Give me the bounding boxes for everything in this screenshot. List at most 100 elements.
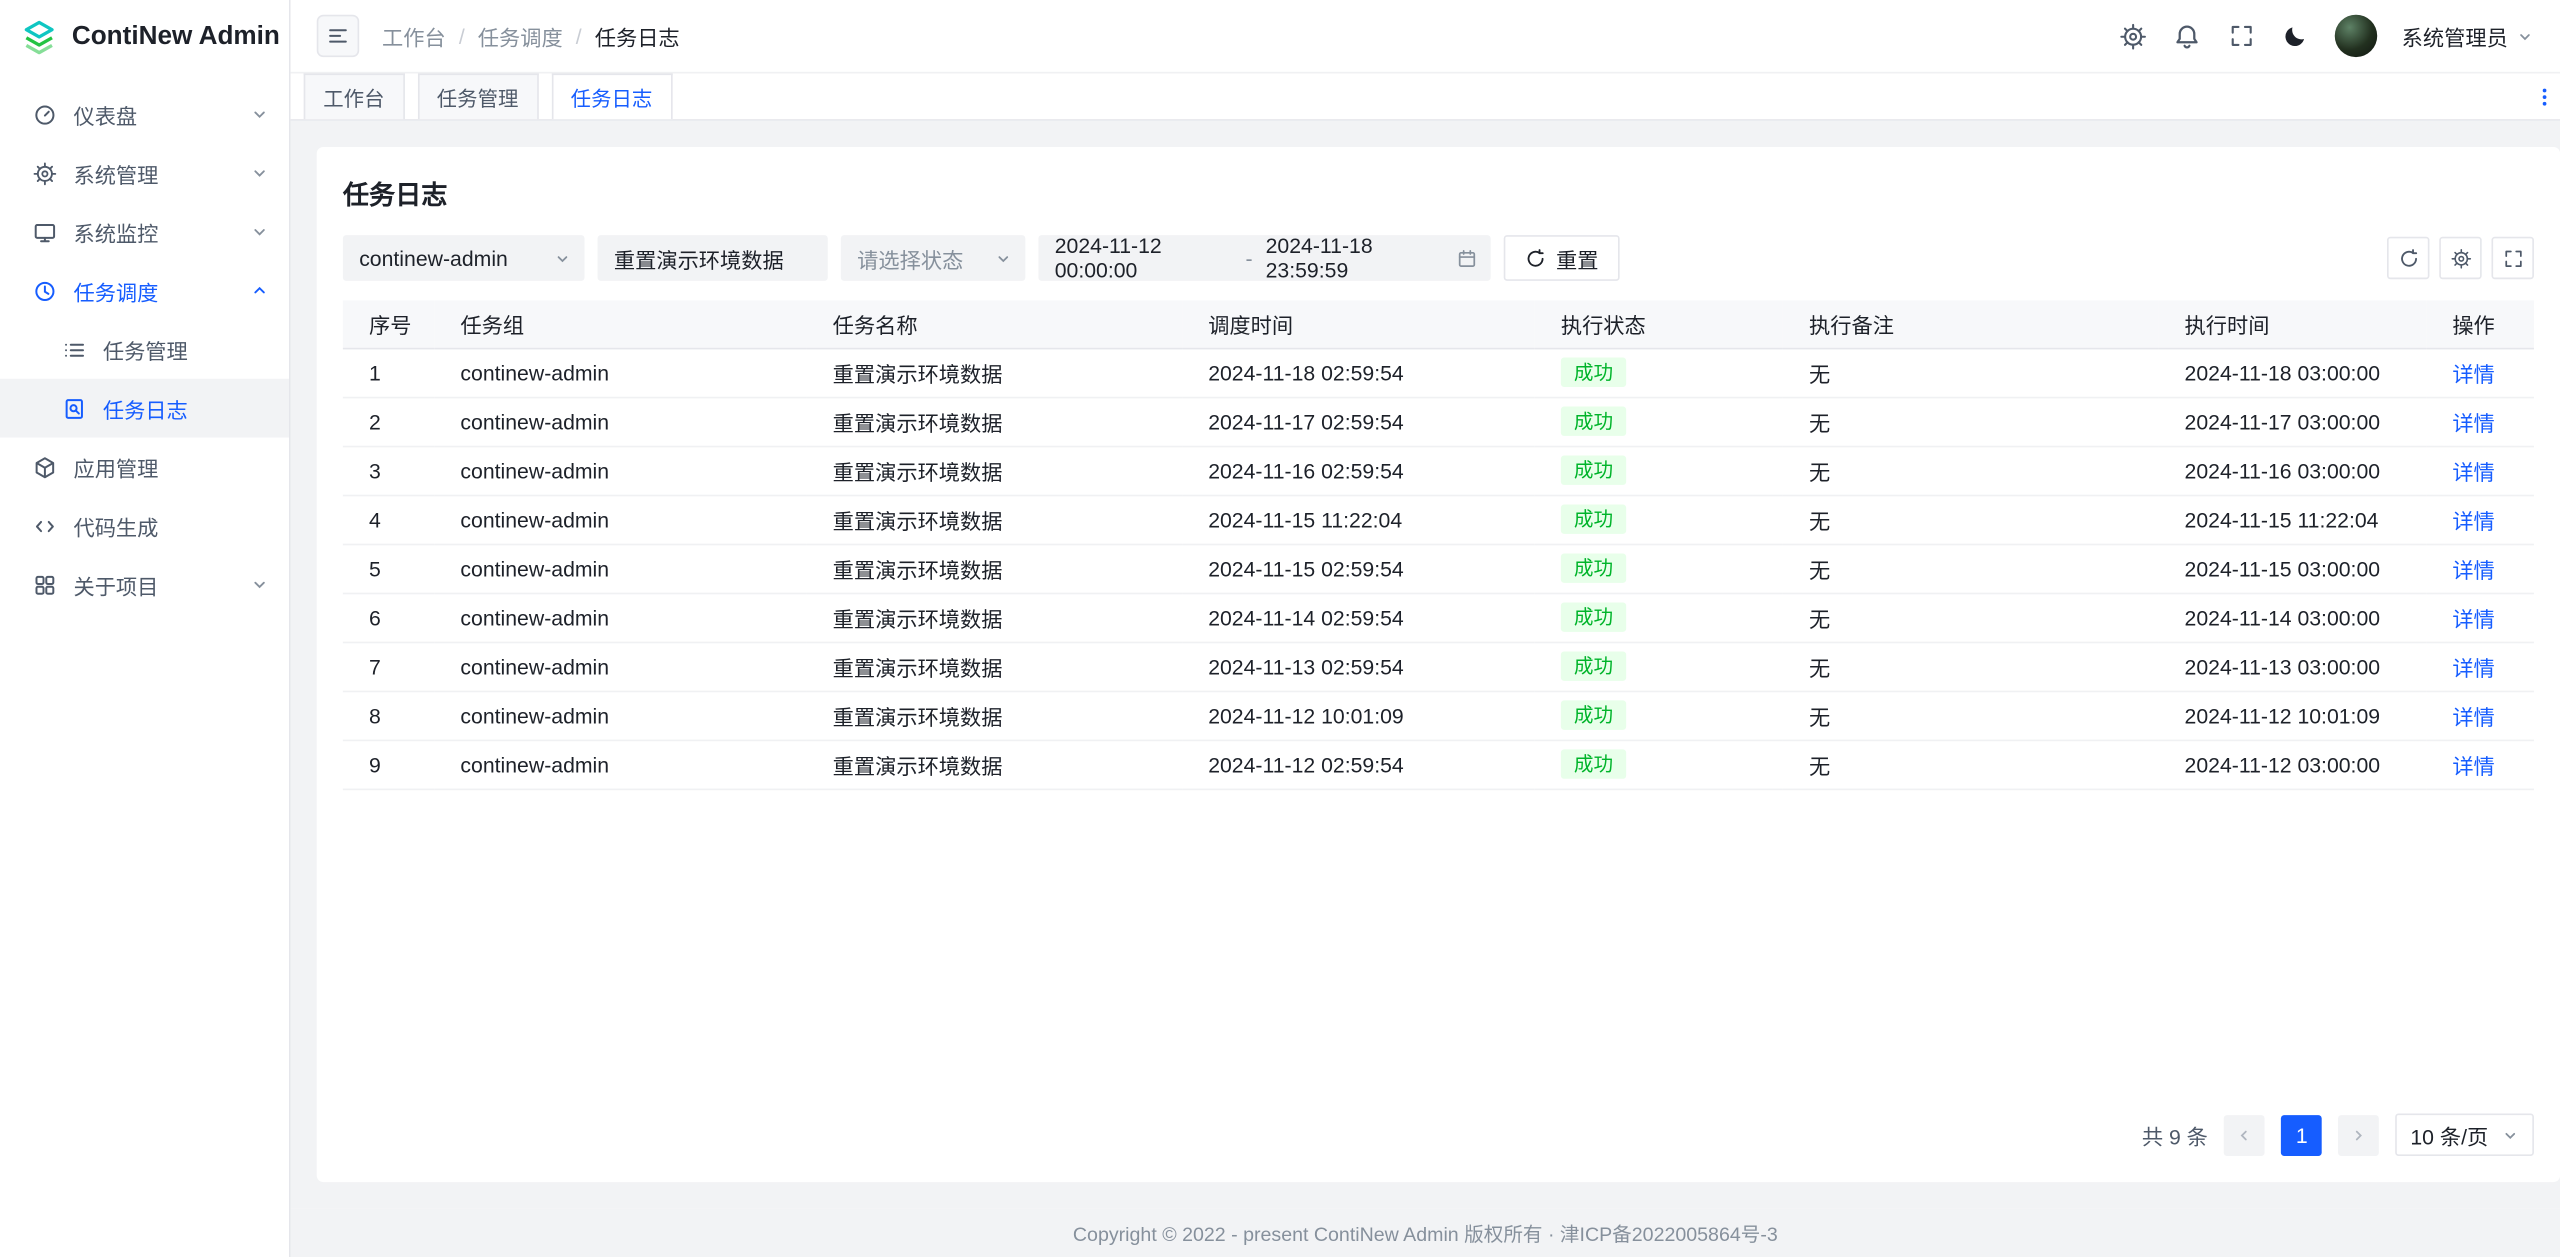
dark-mode-moon-icon[interactable] (2281, 21, 2310, 50)
user-menu[interactable]: 系统管理员 (2402, 20, 2534, 51)
sidebar-item-about-project[interactable]: 关于项目 (0, 555, 289, 614)
tab-task-management[interactable]: 任务管理 (417, 73, 538, 119)
table-row: 5 continew-admin 重置演示环境数据 2024-11-15 02:… (343, 544, 2534, 593)
cell-exec-time: 2024-11-12 03:00:00 (2158, 740, 2426, 789)
app-root: ContiNew Admin 仪表盘 系统管理 (0, 0, 2560, 1257)
cell-action: 详情 (2426, 446, 2534, 495)
monitor-icon (33, 220, 57, 244)
sidebar-item-task-log[interactable]: 任务日志 (0, 379, 289, 438)
col-header-name: 任务名称 (807, 300, 1183, 347)
breadcrumb-item[interactable]: 任务调度 (478, 20, 563, 51)
cell-exec-time: 2024-11-17 03:00:00 (2158, 397, 2426, 446)
tab-more-icon[interactable] (2527, 73, 2560, 119)
cell-index: 1 (343, 348, 434, 397)
sidebar-item-task-management[interactable]: 任务管理 (0, 320, 289, 379)
breadcrumb-item[interactable]: 工作台 (382, 20, 446, 51)
sidebar-item-code-generation[interactable]: 代码生成 (0, 496, 289, 555)
cell-group: continew-admin (434, 642, 806, 691)
cell-schedule-time: 2024-11-15 11:22:04 (1182, 495, 1535, 544)
tab-task-log[interactable]: 任务日志 (551, 73, 672, 119)
cell-group: continew-admin (434, 446, 806, 495)
detail-link[interactable]: 详情 (2452, 362, 2494, 386)
cell-status: 成功 (1535, 495, 1783, 544)
cell-name: 重置演示环境数据 (807, 348, 1183, 397)
detail-link[interactable]: 详情 (2452, 558, 2494, 582)
date-end: 2024-11-18 23:59:59 (1266, 233, 1444, 282)
cell-schedule-time: 2024-11-12 02:59:54 (1182, 740, 1535, 789)
detail-link[interactable]: 详情 (2452, 509, 2494, 533)
table-header-row: 序号 任务组 任务名称 调度时间 执行状态 执行备注 执行时间 操作 (343, 300, 2534, 347)
table-row: 2 continew-admin 重置演示环境数据 2024-11-17 02:… (343, 397, 2534, 446)
tab-workbench[interactable]: 工作台 (304, 73, 404, 119)
cell-note: 无 (1783, 397, 2159, 446)
app-title: ContiNew Admin (72, 23, 280, 52)
chevron-up-icon (250, 281, 270, 301)
cell-index: 3 (343, 446, 434, 495)
cell-schedule-time: 2024-11-16 02:59:54 (1182, 446, 1535, 495)
cell-action: 详情 (2426, 593, 2534, 642)
table-fullscreen-button[interactable] (2492, 237, 2534, 279)
cell-status: 成功 (1535, 446, 1783, 495)
cell-name: 重置演示环境数据 (807, 593, 1183, 642)
menu-collapse-button[interactable] (317, 15, 359, 57)
detail-link[interactable]: 详情 (2452, 705, 2494, 729)
detail-link[interactable]: 详情 (2452, 460, 2494, 484)
sidebar-item-system-monitor[interactable]: 系统监控 (0, 202, 289, 261)
detail-link[interactable]: 详情 (2452, 753, 2494, 777)
cell-name: 重置演示环境数据 (807, 446, 1183, 495)
refresh-table-button[interactable] (2387, 237, 2429, 279)
sidebar-item-task-scheduling[interactable]: 任务调度 (0, 261, 289, 320)
table-settings-button[interactable] (2439, 237, 2481, 279)
cell-note: 无 (1783, 446, 2159, 495)
sidebar-item-dashboard[interactable]: 仪表盘 (0, 85, 289, 144)
cell-exec-time: 2024-11-18 03:00:00 (2158, 348, 2426, 397)
status-badge: 成功 (1561, 749, 1626, 778)
date-range-picker[interactable]: 2024-11-12 00:00:00 - 2024-11-18 23:59:5… (1038, 235, 1490, 281)
header: 工作台 / 任务调度 / 任务日志 (291, 0, 2560, 73)
pagination-total: 共 9 条 (2142, 1119, 2208, 1150)
date-start: 2024-11-12 00:00:00 (1055, 233, 1233, 282)
clock-icon (33, 278, 57, 302)
detail-link[interactable]: 详情 (2452, 411, 2494, 435)
cell-schedule-time: 2024-11-12 10:01:09 (1182, 691, 1535, 740)
settings-gear-icon[interactable] (2119, 21, 2148, 50)
prev-page-button[interactable] (2224, 1114, 2265, 1155)
cell-status: 成功 (1535, 544, 1783, 593)
cell-action: 详情 (2426, 397, 2534, 446)
status-badge: 成功 (1561, 505, 1626, 534)
status-select[interactable]: 请选择状态 (841, 235, 1025, 281)
status-badge: 成功 (1561, 553, 1626, 582)
status-badge: 成功 (1561, 456, 1626, 485)
page-number-current[interactable]: 1 (2281, 1114, 2322, 1155)
user-avatar[interactable] (2335, 15, 2377, 57)
table-row: 7 continew-admin 重置演示环境数据 2024-11-13 02:… (343, 642, 2534, 691)
fullscreen-icon[interactable] (2227, 21, 2256, 50)
detail-link[interactable]: 详情 (2452, 656, 2494, 680)
cell-status: 成功 (1535, 691, 1783, 740)
page-size-select[interactable]: 10 条/页 (2396, 1114, 2534, 1156)
cell-index: 6 (343, 593, 434, 642)
breadcrumb-item-current: 任务日志 (595, 20, 680, 51)
page-title: 任务日志 (343, 173, 2534, 212)
content-column: 工作台 / 任务调度 / 任务日志 (291, 0, 2560, 1257)
sidebar-item-system-management[interactable]: 系统管理 (0, 144, 289, 203)
table-row: 6 continew-admin 重置演示环境数据 2024-11-14 02:… (343, 593, 2534, 642)
cell-name: 重置演示环境数据 (807, 495, 1183, 544)
cell-index: 2 (343, 397, 434, 446)
table-toolbar (2387, 237, 2534, 279)
notification-bell-icon[interactable] (2173, 21, 2202, 50)
next-page-button[interactable] (2339, 1114, 2380, 1155)
cell-note: 无 (1783, 691, 2159, 740)
task-group-select[interactable]: continew-admin (343, 235, 585, 281)
cell-action: 详情 (2426, 642, 2534, 691)
cell-status: 成功 (1535, 348, 1783, 397)
reset-button[interactable]: 重置 (1504, 235, 1620, 281)
cell-exec-time: 2024-11-16 03:00:00 (2158, 446, 2426, 495)
dashboard-icon (33, 102, 57, 126)
user-name: 系统管理员 (2402, 20, 2508, 51)
calendar-icon (1456, 247, 1477, 268)
cell-schedule-time: 2024-11-15 02:59:54 (1182, 544, 1535, 593)
sidebar-item-app-management[interactable]: 应用管理 (0, 438, 289, 497)
task-name-input[interactable] (598, 235, 828, 281)
detail-link[interactable]: 详情 (2452, 607, 2494, 631)
